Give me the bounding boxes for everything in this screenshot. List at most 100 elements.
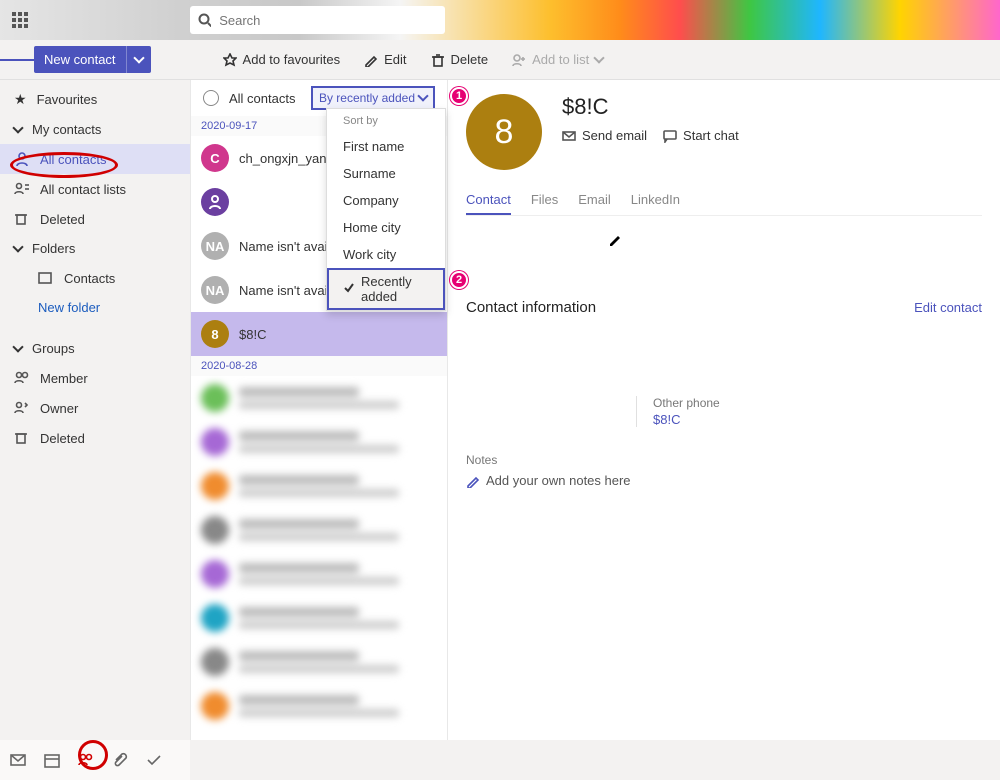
list-item-redacted <box>191 376 447 420</box>
mail-icon <box>562 129 576 143</box>
top-bar <box>0 0 1000 40</box>
sidebar-item-folders[interactable]: Folders <box>0 234 190 263</box>
sidebar-item-owner[interactable]: Owner <box>0 393 190 423</box>
checkmark-icon <box>343 282 355 297</box>
annotation-two: 2 <box>450 271 468 289</box>
sidebar-item-groups-deleted[interactable]: Deleted <box>0 423 190 453</box>
chevron-down-icon <box>14 341 22 356</box>
owner-icon <box>14 400 30 416</box>
chevron-down-icon <box>419 91 427 105</box>
start-chat-button[interactable]: Start chat <box>663 128 739 143</box>
info-label: Other phone <box>653 396 982 410</box>
avatar: NA <box>201 232 229 260</box>
new-contact-label: New contact <box>34 46 126 73</box>
dropdown-item-label: Home city <box>343 220 401 235</box>
pencil-icon <box>364 53 378 67</box>
sidebar-item-new-folder[interactable]: New folder <box>0 293 190 322</box>
annotation-ring-people-icon <box>78 740 108 770</box>
edit-contact-button[interactable]: Edit contact <box>608 232 982 382</box>
list-item-redacted <box>191 420 447 464</box>
dropdown-item-label: First name <box>343 139 404 154</box>
section-title: Contact information <box>466 299 596 316</box>
dropdown-header: Sort by <box>327 109 445 133</box>
send-email-button[interactable]: Send email <box>562 128 647 143</box>
chevron-down-icon <box>14 122 22 137</box>
search-icon <box>198 13 211 27</box>
pencil-icon <box>608 232 908 382</box>
detail-pane: 8 $8!C Send email Start chat Contact Fil… <box>448 80 1000 740</box>
list-title: All contacts <box>229 91 295 106</box>
dropdown-item-label: Recently added <box>361 274 429 304</box>
avatar: C <box>201 144 229 172</box>
annotation-one: 1 <box>450 87 468 105</box>
checkmark-icon[interactable] <box>146 752 162 768</box>
annotation-ring-all-contacts <box>10 152 118 178</box>
sidebar-item-member[interactable]: Member <box>0 363 190 393</box>
edit-button[interactable]: Edit <box>352 52 418 67</box>
detail-tabs: Contact Files Email LinkedIn <box>466 192 982 216</box>
dropdown-item-label: Company <box>343 193 399 208</box>
mail-icon[interactable] <box>10 752 26 768</box>
list-item-redacted <box>191 640 447 684</box>
chevron-down-icon <box>14 241 22 256</box>
person-plus-icon <box>512 53 526 67</box>
star-outline-icon <box>223 53 237 67</box>
list-item[interactable]: 8$8!C <box>191 312 447 356</box>
trash-icon <box>431 53 445 67</box>
info-value[interactable]: $8!C <box>653 412 982 427</box>
date-header: 2020-08-28 <box>191 356 447 376</box>
tab-linkedin[interactable]: LinkedIn <box>631 192 680 215</box>
list-item-redacted <box>191 596 447 640</box>
search-input[interactable] <box>211 13 437 28</box>
app-launcher-icon[interactable] <box>0 0 40 40</box>
toolbar: New contact Add to favourites Edit Delet… <box>0 40 1000 80</box>
dropdown-item-label: Surname <box>343 166 396 181</box>
add-to-list-button[interactable]: Add to list <box>500 52 615 67</box>
avatar: NA <box>201 276 229 304</box>
trash-icon <box>14 430 30 446</box>
select-all-radio[interactable] <box>203 90 219 106</box>
tab-contact[interactable]: Contact <box>466 192 511 215</box>
sidebar: Favourites My contacts All contacts All … <box>0 80 190 740</box>
add-to-favourites-button[interactable]: Add to favourites <box>211 52 353 67</box>
sidebar-item-all-lists[interactable]: All contact lists <box>0 174 190 204</box>
new-contact-button[interactable]: New contact <box>34 46 151 73</box>
dropdown-item[interactable]: Recently added <box>327 268 445 310</box>
list-item-redacted <box>191 464 447 508</box>
delete-button[interactable]: Delete <box>419 52 501 67</box>
tab-email[interactable]: Email <box>578 192 611 215</box>
tab-files[interactable]: Files <box>531 192 558 215</box>
trash-icon <box>14 211 30 227</box>
list-item-redacted <box>191 552 447 596</box>
contacts-folder-icon <box>38 270 54 286</box>
sidebar-item-contacts-folder[interactable]: Contacts <box>0 263 190 293</box>
dropdown-item[interactable]: First name <box>327 133 445 160</box>
sidebar-item-groups[interactable]: Groups <box>0 334 190 363</box>
sort-button[interactable]: By recently added <box>311 86 435 110</box>
avatar <box>201 188 229 216</box>
chevron-down-icon <box>595 52 603 67</box>
attachment-icon[interactable] <box>112 752 128 768</box>
sidebar-item-my-contacts[interactable]: My contacts <box>0 115 190 144</box>
list-item-label: $8!C <box>239 327 437 342</box>
add-notes-button[interactable]: Add your own notes here <box>466 473 982 488</box>
pencil-icon <box>466 474 480 488</box>
list-item-redacted <box>191 508 447 552</box>
dropdown-item[interactable]: Work city <box>327 241 445 268</box>
people-icon <box>14 370 30 386</box>
dropdown-item[interactable]: Home city <box>327 214 445 241</box>
dropdown-item[interactable]: Surname <box>327 160 445 187</box>
calendar-icon[interactable] <box>44 752 60 768</box>
dropdown-item-label: Work city <box>343 247 396 262</box>
info-other-phone: Other phone $8!C <box>636 396 982 427</box>
new-contact-chevron[interactable] <box>126 46 151 73</box>
search-box[interactable] <box>190 6 445 34</box>
contact-title: $8!C <box>562 94 739 120</box>
star-icon <box>14 91 27 108</box>
dropdown-item[interactable]: Company <box>327 187 445 214</box>
sidebar-item-favourites[interactable]: Favourites <box>0 84 190 115</box>
sidebar-item-deleted[interactable]: Deleted <box>0 204 190 234</box>
list-item-redacted <box>191 684 447 728</box>
chat-icon <box>663 129 677 143</box>
sort-dropdown[interactable]: Sort by First name Surname Company Home cit… <box>326 108 446 311</box>
